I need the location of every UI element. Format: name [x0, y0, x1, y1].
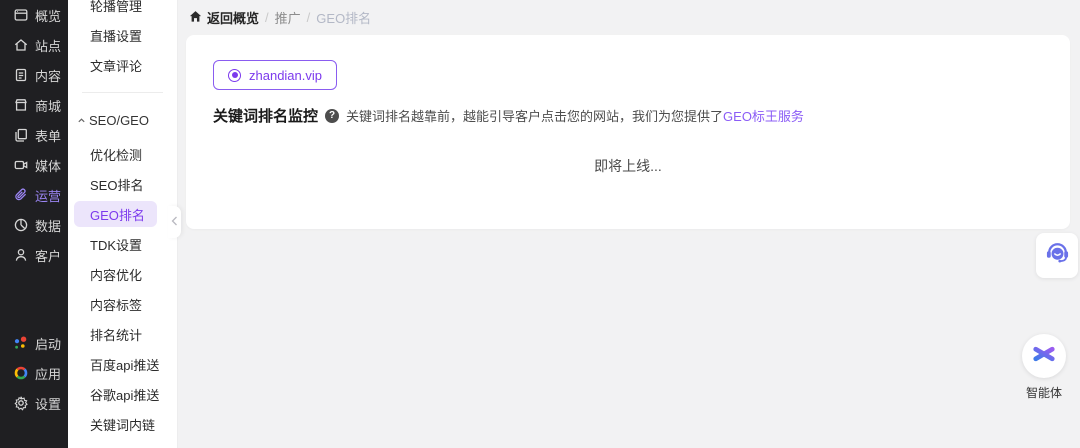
data-icon: [13, 217, 29, 233]
settings-icon: [13, 395, 29, 411]
sidebar-item-mall[interactable]: 商城: [0, 90, 68, 120]
breadcrumb-item-promotion[interactable]: 推广: [275, 8, 301, 27]
overview-icon: [13, 7, 29, 23]
sidebar-item-label: 启动: [35, 336, 62, 352]
headset-icon: [1044, 240, 1071, 272]
launch-icon: [13, 335, 29, 351]
geo-service-link[interactable]: GEO标王服务: [723, 106, 804, 125]
submenu-list: 轮播管理 直播设置 文章评论 SEO/GEO 优化检测 SEO排名 GEO排名 …: [68, 0, 177, 439]
submenu-divider: [82, 92, 163, 93]
sidebar-item-settings[interactable]: 设置: [0, 388, 68, 418]
home-icon: [189, 10, 202, 26]
sidebar-item-form[interactable]: 表单: [0, 120, 68, 150]
radio-selected-icon: [228, 68, 241, 82]
chevron-left-icon: [171, 213, 178, 231]
media-icon: [13, 157, 29, 173]
breadcrumb-home-label: 返回概览: [207, 11, 260, 26]
main-area: 返回概览 / 推广 / GEO排名 zhandian.vip 关键词排名监控 ?…: [178, 0, 1080, 448]
breadcrumb-separator: /: [306, 10, 311, 25]
primary-sidebar: 概览 站点 内容 商城 表单 媒体 运营 数据 客户 启动 应用 设置: [0, 0, 68, 448]
sidebar-item-label: 数据: [35, 218, 62, 234]
section-title: 关键词排名监控: [213, 108, 319, 125]
coming-soon-text: 即将上线...: [594, 158, 662, 174]
breadcrumb-separator: /: [265, 10, 269, 25]
submenu-item-rank-stats[interactable]: 排名统计: [68, 319, 177, 349]
apps-icon: [13, 365, 29, 381]
sidebar-item-overview[interactable]: 概览: [0, 0, 68, 30]
breadcrumb: 返回概览 / 推广 / GEO排名: [189, 0, 371, 35]
submenu-item-geo-rank[interactable]: GEO排名: [74, 201, 157, 227]
sidebar-item-label: 商城: [35, 98, 62, 114]
sidebar-item-label: 内容: [35, 68, 62, 84]
site-icon: [13, 37, 29, 53]
help-icon[interactable]: ?: [325, 108, 340, 123]
secondary-sidebar: 轮播管理 直播设置 文章评论 SEO/GEO 优化检测 SEO排名 GEO排名 …: [68, 0, 178, 448]
chevron-up-icon: [77, 113, 86, 128]
sidebar-bottom-group: 启动 应用 设置: [0, 328, 68, 418]
submenu-item-seo-rank[interactable]: SEO排名: [68, 169, 177, 199]
content-icon: [13, 67, 29, 83]
sidebar-item-media[interactable]: 媒体: [0, 150, 68, 180]
sidebar-collapse-handle[interactable]: [168, 206, 181, 238]
submenu-item-tdk[interactable]: TDK设置: [68, 229, 177, 259]
submenu-group-label: SEO/GEO: [89, 112, 149, 128]
breadcrumb-home[interactable]: 返回概览: [189, 8, 259, 27]
submenu-group-seo-geo[interactable]: SEO/GEO: [68, 105, 177, 135]
sidebar-item-label: 概览: [35, 8, 62, 24]
submenu-item-optimize-check[interactable]: 优化检测: [68, 139, 177, 169]
ai-agent-widget: 智能体: [1018, 334, 1070, 401]
submenu-item-content-tags[interactable]: 内容标签: [68, 289, 177, 319]
sidebar-item-data[interactable]: 数据: [0, 210, 68, 240]
section-header: 关键词排名监控 ? 关键词排名越靠前，越能引导客户点击您的网站，我们为您提供了 …: [213, 105, 1043, 126]
sidebar-item-label: 设置: [35, 396, 62, 412]
ai-agent-button[interactable]: [1022, 334, 1066, 378]
site-tab-zhandian[interactable]: zhandian.vip: [213, 60, 337, 90]
customer-service-button[interactable]: [1036, 233, 1078, 278]
sidebar-item-content[interactable]: 内容: [0, 60, 68, 90]
sidebar-item-launch[interactable]: 启动: [0, 328, 68, 358]
sidebar-item-label: 媒体: [35, 158, 62, 174]
breadcrumb-current-page: GEO排名: [316, 11, 372, 26]
sidebar-item-label: 应用: [35, 366, 62, 382]
submenu-item-google-api[interactable]: 谷歌api推送: [68, 379, 177, 409]
sidebar-item-label: 表单: [35, 128, 62, 144]
submenu-item-baidu-api[interactable]: 百度api推送: [68, 349, 177, 379]
ai-agent-label: 智能体: [1025, 386, 1062, 400]
sidebar-item-label: 运营: [35, 188, 62, 204]
sidebar-item-label: 客户: [35, 248, 62, 264]
submenu-item-live[interactable]: 直播设置: [68, 20, 177, 50]
submenu-item-content-optimize[interactable]: 内容优化: [68, 259, 177, 289]
content-card: zhandian.vip 关键词排名监控 ? 关键词排名越靠前，越能引导客户点击…: [186, 35, 1070, 229]
asterisk-icon: [1031, 341, 1057, 372]
form-icon: [13, 127, 29, 143]
sidebar-item-apps[interactable]: 应用: [0, 358, 68, 388]
section-description: 关键词排名越靠前，越能引导客户点击您的网站，我们为您提供了: [346, 109, 724, 124]
sidebar-item-operation[interactable]: 运营: [0, 180, 68, 210]
sidebar-item-customer[interactable]: 客户: [0, 240, 68, 270]
mall-icon: [13, 97, 29, 113]
customer-icon: [13, 247, 29, 263]
submenu-item-keyword-links[interactable]: 关键词内链: [68, 409, 177, 439]
submenu-item-carousel[interactable]: 轮播管理: [68, 0, 177, 20]
submenu-item-comments[interactable]: 文章评论: [68, 50, 177, 80]
site-tab-label: zhandian.vip: [249, 67, 322, 83]
operation-icon: [13, 187, 29, 203]
sidebar-item-site[interactable]: 站点: [0, 30, 68, 60]
sidebar-item-label: 站点: [35, 38, 62, 54]
